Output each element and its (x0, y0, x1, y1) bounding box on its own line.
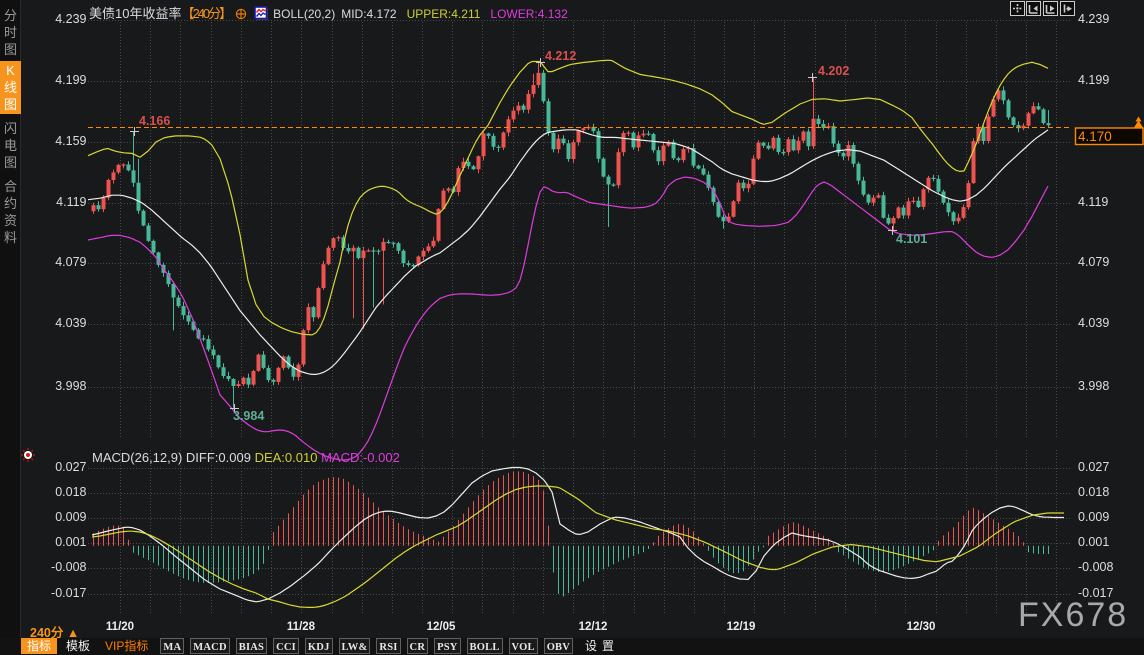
svg-text:3.984: 3.984 (233, 409, 264, 423)
svg-text:3.998: 3.998 (1078, 379, 1109, 393)
svg-text:4.159: 4.159 (55, 134, 86, 148)
svg-text:-0.008: -0.008 (51, 560, 86, 574)
svg-text:0.001: 0.001 (1078, 535, 1109, 549)
svg-text:4.202: 4.202 (818, 64, 849, 78)
svg-text:4.119: 4.119 (1078, 195, 1108, 209)
svg-text:4.101: 4.101 (896, 232, 927, 246)
svg-text:4.170: 4.170 (1078, 129, 1112, 144)
svg-text:11/20: 11/20 (106, 621, 134, 633)
svg-text:4.239: 4.239 (1078, 12, 1109, 26)
svg-text:4.239: 4.239 (55, 12, 86, 26)
svg-text:0.027: 0.027 (55, 460, 86, 474)
svg-text:4.166: 4.166 (139, 114, 170, 128)
svg-text:12/30: 12/30 (907, 621, 936, 633)
svg-text:4.039: 4.039 (1078, 316, 1109, 330)
svg-text:11/28: 11/28 (287, 621, 316, 633)
svg-text:12/19: 12/19 (727, 621, 756, 633)
svg-text:0.018: 0.018 (1078, 485, 1109, 499)
svg-text:4.199: 4.199 (1078, 73, 1109, 87)
svg-text:4.079: 4.079 (1078, 255, 1109, 269)
svg-text:-0.017: -0.017 (51, 586, 86, 600)
svg-text:4.119: 4.119 (56, 195, 86, 209)
svg-text:0.001: 0.001 (55, 535, 86, 549)
svg-text:12/12: 12/12 (579, 621, 608, 633)
svg-text:0.018: 0.018 (55, 485, 86, 499)
svg-text:3.998: 3.998 (55, 379, 86, 393)
svg-text:4.079: 4.079 (55, 255, 86, 269)
svg-text:0.009: 0.009 (55, 510, 86, 524)
svg-text:4.199: 4.199 (55, 73, 86, 87)
svg-text:4.212: 4.212 (545, 49, 576, 63)
svg-text:12/05: 12/05 (427, 621, 456, 633)
svg-text:-0.008: -0.008 (1078, 560, 1113, 574)
svg-text:4.039: 4.039 (55, 316, 86, 330)
svg-text:0.009: 0.009 (1078, 510, 1109, 524)
svg-text:0.027: 0.027 (1078, 460, 1109, 474)
